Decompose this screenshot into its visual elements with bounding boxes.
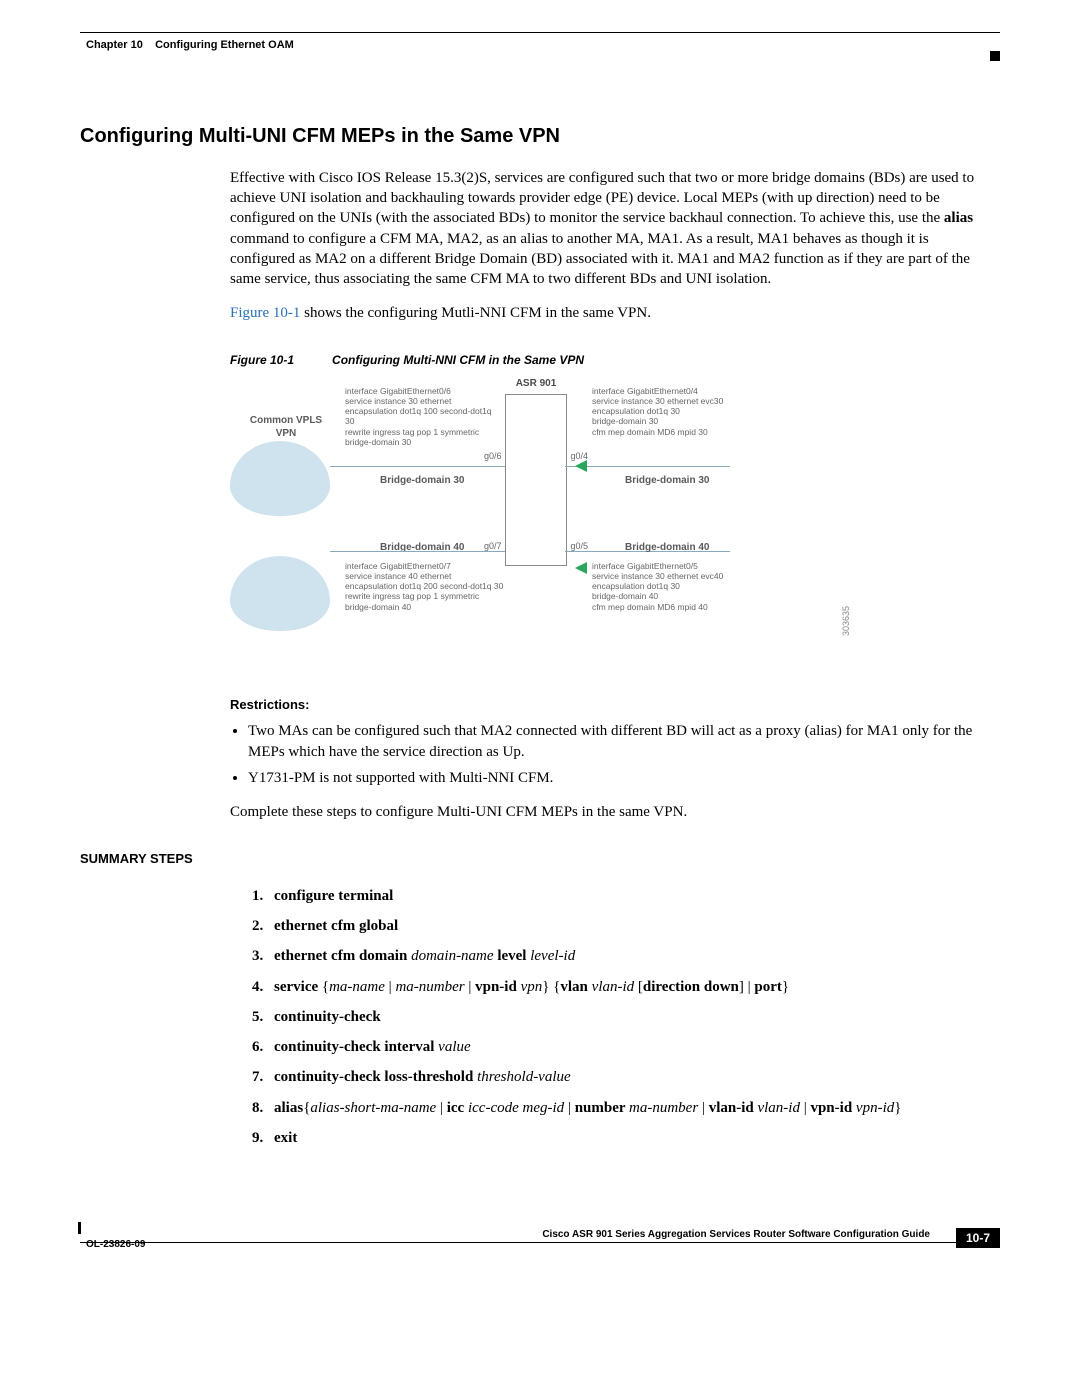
triangle-icon — [575, 460, 587, 472]
figure-caption: Figure 10-1Configuring Multi-NNI CFM in … — [230, 352, 990, 368]
restrictions-heading: Restrictions: — [230, 696, 990, 714]
bd30-left: Bridge-domain 30 — [380, 474, 464, 488]
running-header: Chapter 10 Configuring Ethernet OAM — [86, 38, 1000, 53]
conf-bot-left: interface GigabitEthernet0/7 service ins… — [345, 561, 505, 612]
bd30-right: Bridge-domain 30 — [625, 474, 709, 488]
step-item: ethernet cfm global — [252, 916, 1000, 936]
step-item: continuity-check loss-threshold threshol… — [252, 1067, 1000, 1087]
corner-marker — [990, 51, 1000, 61]
router: ASR 901 g0/6 g0/4 g0/7 g0/5 — [505, 394, 567, 566]
figure-diagram: Common VPLS VPN Same Broadcast Domain in… — [230, 386, 840, 656]
conf-bot-right: interface GigabitEthernet0/5 service ins… — [592, 561, 752, 612]
bd40-right: Bridge-domain 40 — [625, 541, 709, 555]
conf-top-left: interface GigabitEthernet0/6 service ins… — [345, 386, 500, 447]
figure-side-number: 303635 — [840, 606, 852, 636]
section-heading: Configuring Multi-UNI CFM MEPs in the Sa… — [80, 123, 1000, 150]
chapter-label: Chapter 10 — [86, 39, 143, 51]
restrictions-list: Two MAs can be configured such that MA2 … — [248, 721, 990, 788]
header-rule — [80, 32, 1000, 36]
instruction-paragraph: Complete these steps to configure Multi-… — [230, 802, 990, 822]
step-item: continuity-check — [252, 1007, 1000, 1027]
list-item: Y1731-PM is not supported with Multi-NNI… — [248, 768, 990, 788]
figure-ref-paragraph: Figure 10-1 shows the configuring Mutli-… — [230, 303, 990, 323]
step-item: continuity-check interval value — [252, 1037, 1000, 1057]
vpls-vpn-label: Common VPLS VPN — [246, 414, 326, 441]
step-item: configure terminal — [252, 886, 1000, 906]
footer-doc-title: Cisco ASR 901 Series Aggregation Service… — [80, 1228, 930, 1242]
bd40-left: Bridge-domain 40 — [380, 541, 464, 555]
intro-paragraph: Effective with Cisco IOS Release 15.3(2)… — [230, 168, 990, 290]
step-item: exit — [252, 1128, 1000, 1148]
page-number-badge: 10-7 — [956, 1228, 1000, 1248]
chapter-title: Configuring Ethernet OAM — [155, 39, 294, 51]
step-item: alias{alias-short-ma-name | icc icc-code… — [252, 1098, 1000, 1118]
figure-link[interactable]: Figure 10-1 — [230, 305, 300, 321]
cloud-bottom — [230, 556, 330, 631]
page-footer: Cisco ASR 901 Series Aggregation Service… — [80, 1228, 1000, 1268]
summary-steps-list: configure terminal ethernet cfm global eth… — [252, 886, 1000, 1148]
conf-top-right: interface GigabitEthernet0/4 service ins… — [592, 386, 752, 437]
step-item: service {ma-name | ma-number | vpn-id vp… — [252, 977, 1000, 997]
list-item: Two MAs can be configured such that MA2 … — [248, 721, 990, 762]
summary-steps-heading: SUMMARY STEPS — [80, 850, 1000, 868]
body-content: Effective with Cisco IOS Release 15.3(2)… — [230, 168, 990, 822]
footer-doc-number: OL-23826-09 — [86, 1238, 145, 1252]
cloud-top — [230, 441, 330, 516]
step-item: ethernet cfm domain domain-name level le… — [252, 946, 1000, 966]
triangle-icon — [575, 562, 587, 574]
